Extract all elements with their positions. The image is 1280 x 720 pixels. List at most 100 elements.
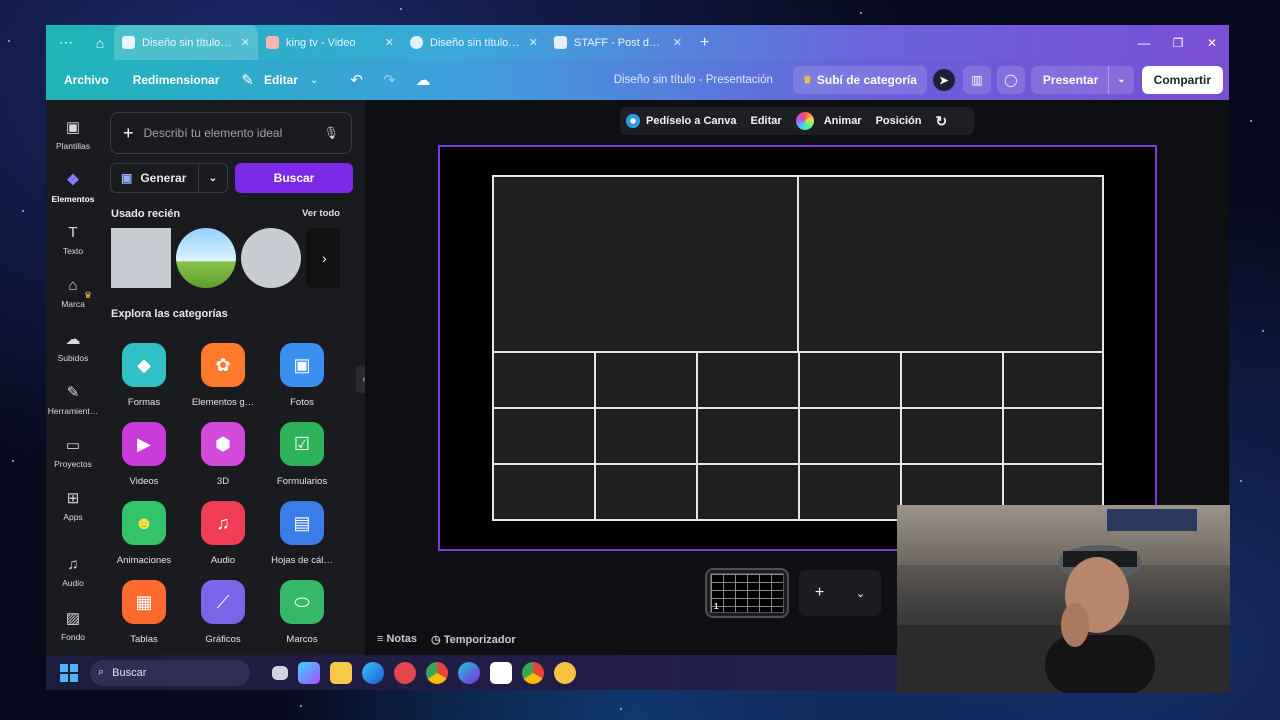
category-3d[interactable]: ⬢ 3D <box>183 422 263 487</box>
copilot-icon[interactable] <box>298 661 320 684</box>
close-tab-icon[interactable]: ✕ <box>385 36 394 49</box>
category-fotos[interactable]: ▣ Fotos <box>262 343 342 408</box>
category-animaciones[interactable]: ☻ Animaciones <box>104 501 184 566</box>
chevron-right-icon[interactable]: › <box>322 250 327 266</box>
grid-cell[interactable] <box>797 175 1104 353</box>
search-button[interactable]: Buscar <box>235 163 353 193</box>
page-thumbnail[interactable]: 1 <box>705 568 789 618</box>
refresh-icon[interactable]: ↻ <box>935 113 947 130</box>
close-tab-icon[interactable]: ✕ <box>673 36 682 49</box>
see-all-link[interactable]: Ver todo <box>302 208 340 219</box>
color-wheel-icon[interactable] <box>795 112 814 130</box>
file-explorer-icon[interactable] <box>330 661 352 684</box>
element-search-input[interactable]: + Describí tu elemento ideal 🎙 <box>110 112 352 154</box>
position-button[interactable]: Posición <box>876 115 922 127</box>
taskbar-search[interactable]: ⌕ Buscar <box>90 659 250 686</box>
grid-cell[interactable] <box>798 407 902 465</box>
category-formas[interactable]: ◆ Formas <box>104 343 184 408</box>
close-tab-icon[interactable]: ✕ <box>529 36 538 49</box>
redo-icon[interactable]: ↷ <box>373 71 406 89</box>
rail-herramientas[interactable]: ✎ Herramient… <box>46 383 100 416</box>
chevron-down-icon[interactable]: ⌄ <box>856 587 865 600</box>
grid-cell[interactable] <box>696 351 800 409</box>
archivo-menu[interactable]: Archivo <box>46 73 121 87</box>
grid-cell[interactable] <box>1002 407 1104 465</box>
slide-page[interactable] <box>438 145 1157 551</box>
close-window-icon[interactable]: ✕ <box>1195 36 1229 50</box>
grid-cell[interactable] <box>1002 351 1104 409</box>
grid-cell[interactable] <box>594 407 698 465</box>
rail-audio[interactable]: ♫ Audio <box>46 556 100 588</box>
rail-proyectos[interactable]: ▭ Proyectos <box>46 436 100 469</box>
plus-icon[interactable]: + <box>123 123 134 144</box>
rail-apps[interactable]: ⊞ Apps <box>46 489 100 522</box>
capcut-icon[interactable] <box>490 661 512 684</box>
animate-button[interactable]: Animar <box>824 115 862 127</box>
tab-3[interactable]: Diseño sin título - 1… ✕ <box>402 25 546 60</box>
chrome-alt-icon[interactable] <box>394 661 416 684</box>
tab-4[interactable]: STAFF - Post de Ins… ✕ <box>546 25 690 60</box>
grid-cell[interactable] <box>492 175 799 353</box>
rail-texto[interactable]: T Texto <box>46 224 100 256</box>
media-player-icon[interactable] <box>554 661 576 684</box>
grid-cell[interactable] <box>492 351 596 409</box>
notes-button[interactable]: ≡ Notas <box>377 633 417 646</box>
category-formularios[interactable]: ☑ Formularios <box>262 422 342 487</box>
upgrade-button[interactable]: ♛ Subí de categoría <box>792 66 927 94</box>
tab-1[interactable]: Diseño sin título - … ✕ <box>114 25 258 60</box>
rail-elementos[interactable]: ❖ Elementos <box>46 171 100 204</box>
close-tab-icon[interactable]: ✕ <box>241 36 250 49</box>
category-elementos-graficos[interactable]: ✿ Elementos g… <box>183 343 263 408</box>
present-button[interactable]: Presentar ⌄ <box>1030 66 1134 94</box>
add-page-button[interactable]: + <box>815 584 824 602</box>
category-graficos[interactable]: ⟋ Gráficos <box>183 580 263 645</box>
undo-icon[interactable]: ↶ <box>328 71 373 89</box>
grid-cell[interactable] <box>492 463 596 521</box>
new-tab-button[interactable]: + <box>690 34 719 52</box>
windows-start-icon[interactable] <box>60 663 78 682</box>
grid-cell[interactable] <box>696 463 800 521</box>
category-tablas[interactable]: ▦ Tablas <box>104 580 184 645</box>
home-icon[interactable]: ⌂ <box>86 25 114 60</box>
resize-button[interactable]: Redimensionar <box>121 73 232 87</box>
chevron-down-icon[interactable]: ⌄ <box>1108 66 1133 94</box>
category-videos[interactable]: ▶ Videos <box>104 422 184 487</box>
more-icon[interactable]: ⋯ <box>46 25 86 60</box>
chevron-down-icon[interactable]: ⌄ <box>310 75 328 86</box>
edit-button[interactable]: Editar <box>751 115 782 127</box>
microphone-icon[interactable]: 🎙 <box>324 126 339 140</box>
cloud-save-icon[interactable]: ☁ <box>406 71 441 89</box>
edit-menu[interactable]: Editar <box>264 73 310 87</box>
document-title[interactable]: Diseño sin título - Presentación <box>614 74 793 86</box>
timer-button[interactable]: ◷ Temporizador <box>431 633 516 646</box>
category-hojas-de-calculo[interactable]: ▤ Hojas de cál… <box>262 501 342 566</box>
chrome-icon[interactable] <box>426 661 448 684</box>
rail-subidos[interactable]: ☁ Subidos <box>46 330 100 363</box>
grid-cell[interactable] <box>798 351 902 409</box>
analytics-icon[interactable]: ▥ <box>962 66 991 94</box>
recent-item-circle[interactable] <box>241 228 301 288</box>
grid-cell[interactable] <box>594 351 698 409</box>
comment-icon[interactable]: ◯ <box>996 66 1025 94</box>
edge-icon[interactable] <box>362 661 384 684</box>
grid-cell[interactable] <box>900 407 1004 465</box>
category-audio[interactable]: ♫ Audio <box>183 501 263 566</box>
task-view-icon[interactable] <box>272 665 288 680</box>
tab-2[interactable]: king tv - Video ✕ <box>258 25 402 60</box>
canva-ai-icon[interactable]: ➤ <box>932 69 955 91</box>
chevron-down-icon[interactable]: ⌄ <box>199 173 227 184</box>
restore-icon[interactable]: ❐ <box>1161 36 1195 50</box>
grid-cell[interactable] <box>594 463 698 521</box>
ask-canva-button[interactable]: Pedíselo a Canva <box>646 115 737 127</box>
grid-cell[interactable] <box>900 351 1004 409</box>
generate-button[interactable]: ▣ Generar ⌄ <box>110 163 228 193</box>
grid-cell[interactable] <box>798 463 902 521</box>
share-button[interactable]: Compartir <box>1141 66 1223 94</box>
recent-item-square[interactable] <box>111 228 171 288</box>
grid-cell[interactable] <box>696 407 800 465</box>
grid-cell[interactable] <box>492 407 596 465</box>
chrome-profile-icon[interactable] <box>522 661 544 684</box>
rail-fondo[interactable]: ▨ Fondo <box>46 609 100 642</box>
category-marcos[interactable]: ⬭ Marcos <box>262 580 342 645</box>
recent-item-landscape-circle[interactable] <box>176 228 236 288</box>
